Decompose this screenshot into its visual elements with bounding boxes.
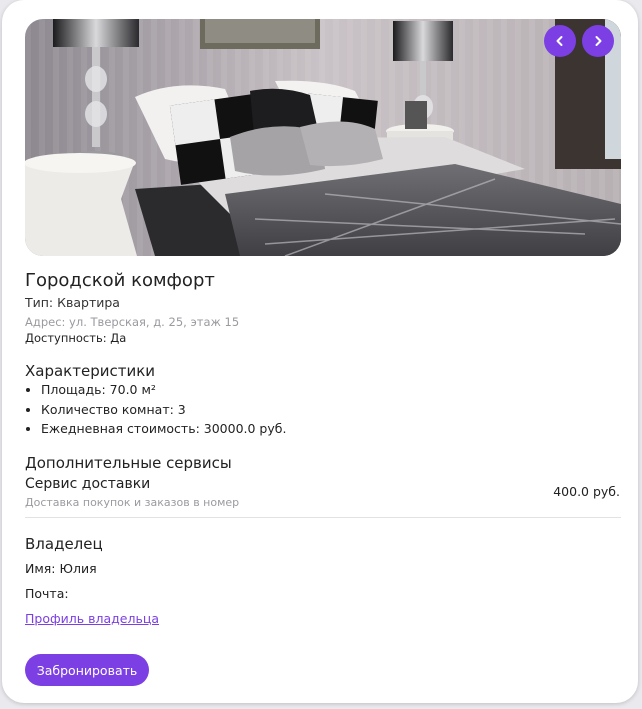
owner-heading: Владелец bbox=[25, 535, 103, 553]
service-description: Доставка покупок и заказов в номер bbox=[25, 496, 240, 509]
service-name: Сервис доставки bbox=[25, 476, 151, 492]
listing-title: Городской комфорт bbox=[25, 270, 215, 291]
listing-address: Адрес: ул. Тверская, д. 25, этаж 15 bbox=[25, 315, 240, 329]
listing-card: Городской комфорт Тип: Квартира Адрес: у… bbox=[2, 0, 638, 703]
listing-availability: Доступность: Да bbox=[25, 331, 127, 345]
listing-type: Тип: Квартира bbox=[25, 295, 120, 310]
owner-name: Имя: Юлия bbox=[25, 561, 97, 576]
owner-email: Почта: bbox=[25, 586, 69, 601]
listing-photo bbox=[25, 19, 621, 256]
chevron-right-icon bbox=[595, 36, 602, 46]
book-button[interactable]: Забронировать bbox=[25, 654, 149, 686]
service-price: 400.0 руб. bbox=[553, 484, 620, 499]
services-divider bbox=[25, 517, 621, 518]
photo-next-button[interactable] bbox=[582, 25, 614, 57]
characteristics-heading: Характеристики bbox=[25, 362, 156, 380]
characteristic-daily-price: Ежедневная стоимость: 30000.0 руб. bbox=[41, 419, 286, 439]
bedroom-photo-illustration bbox=[25, 19, 621, 256]
characteristic-area: Площадь: 70.0 м² bbox=[41, 380, 286, 400]
characteristics-list: Площадь: 70.0 м² Количество комнат: 3 Еж… bbox=[25, 380, 286, 439]
chevron-left-icon bbox=[556, 36, 563, 46]
services-heading: Дополнительные сервисы bbox=[25, 454, 232, 472]
owner-profile-link[interactable]: Профиль владельца bbox=[25, 611, 159, 626]
characteristic-rooms: Количество комнат: 3 bbox=[41, 400, 286, 420]
photo-prev-button[interactable] bbox=[544, 25, 576, 57]
